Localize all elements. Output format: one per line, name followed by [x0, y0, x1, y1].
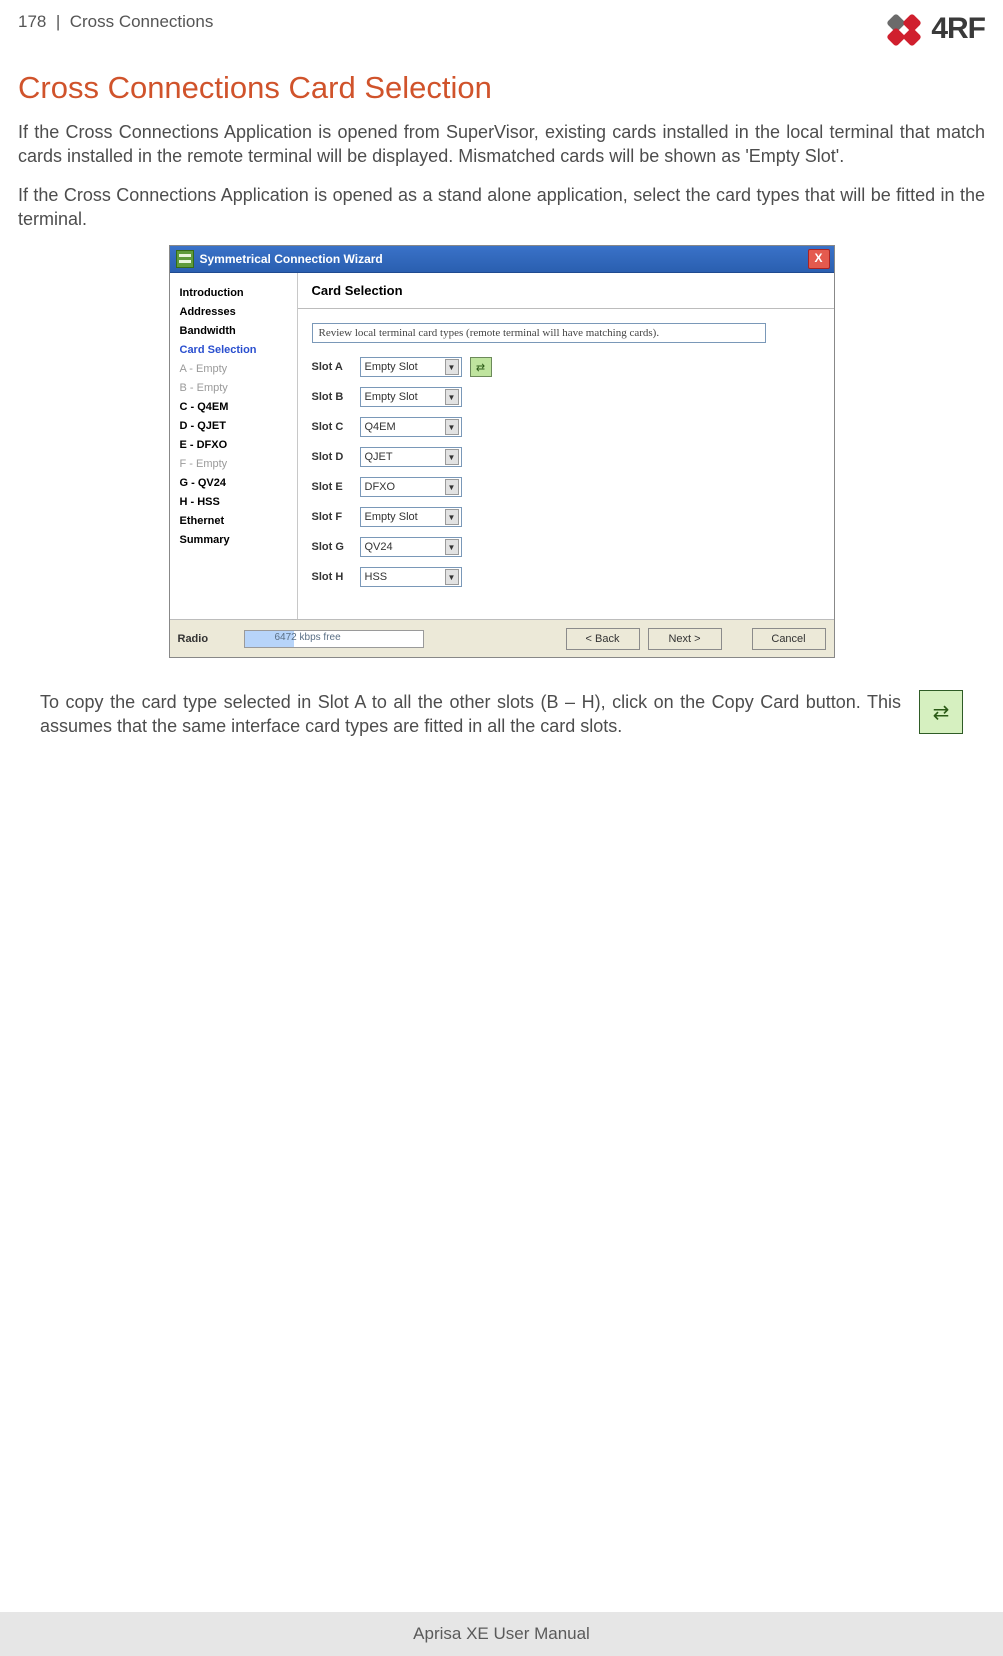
chevron-down-icon: ▼	[445, 539, 459, 555]
cancel-button[interactable]: Cancel	[752, 628, 826, 650]
slot-f-value: Empty Slot	[365, 511, 418, 523]
back-button[interactable]: < Back	[566, 628, 640, 650]
page-title: Cross Connections Card Selection	[18, 70, 985, 106]
sidebar-item-b-empty[interactable]: B - Empty	[180, 382, 289, 394]
sidebar-item-g-qv24[interactable]: G - QV24	[180, 477, 289, 489]
sidebar-item-f-empty[interactable]: F - Empty	[180, 458, 289, 470]
sidebar-item-e-dfxo[interactable]: E - DFXO	[180, 439, 289, 451]
window-title: Symmetrical Connection Wizard	[200, 252, 383, 266]
brand-logo: 4RF	[885, 10, 985, 46]
slot-a-select[interactable]: Empty Slot ▼	[360, 357, 462, 377]
slot-a-label: Slot A	[312, 361, 352, 373]
slot-b-label: Slot B	[312, 391, 352, 403]
sidebar-item-d-qjet[interactable]: D - QJET	[180, 420, 289, 432]
slot-d-value: QJET	[365, 451, 393, 463]
slot-c-label: Slot C	[312, 421, 352, 433]
next-button[interactable]: Next >	[648, 628, 722, 650]
chevron-down-icon: ▼	[445, 449, 459, 465]
copy-card-button[interactable]: ⇄	[470, 357, 492, 377]
separator: |	[56, 12, 60, 31]
slot-g-label: Slot G	[312, 541, 352, 553]
slot-f-label: Slot F	[312, 511, 352, 523]
sidebar-item-ethernet[interactable]: Ethernet	[180, 515, 289, 527]
page-number: 178	[18, 12, 46, 31]
section-name: Cross Connections	[70, 12, 214, 31]
chevron-down-icon: ▼	[445, 479, 459, 495]
chevron-down-icon: ▼	[445, 359, 459, 375]
wizard-window: Symmetrical Connection Wizard X Introduc…	[169, 245, 835, 658]
intro-paragraph-2: If the Cross Connections Application is …	[18, 183, 985, 232]
logo-icon	[885, 14, 925, 44]
slot-f-select[interactable]: Empty Slot ▼	[360, 507, 462, 527]
sidebar-item-introduction[interactable]: Introduction	[180, 287, 289, 299]
radio-label: Radio	[178, 633, 234, 645]
capacity-text: 6472 kbps free	[275, 632, 341, 643]
close-button[interactable]: X	[808, 249, 830, 269]
page-header: 178 | Cross Connections	[18, 10, 213, 32]
slot-g-value: QV24	[365, 541, 393, 553]
wizard-app-icon	[176, 250, 194, 268]
panel-heading: Card Selection	[298, 273, 834, 309]
sidebar-item-a-empty[interactable]: A - Empty	[180, 363, 289, 375]
slot-b-select[interactable]: Empty Slot ▼	[360, 387, 462, 407]
window-titlebar[interactable]: Symmetrical Connection Wizard X	[170, 246, 834, 273]
capacity-bar: 6472 kbps free	[244, 630, 424, 648]
manual-title: Aprisa XE User Manual	[413, 1624, 590, 1644]
slot-e-label: Slot E	[312, 481, 352, 493]
sidebar-item-bandwidth[interactable]: Bandwidth	[180, 325, 289, 337]
slot-d-select[interactable]: QJET ▼	[360, 447, 462, 467]
slot-b-value: Empty Slot	[365, 391, 418, 403]
sidebar-item-summary[interactable]: Summary	[180, 534, 289, 546]
copy-caption: To copy the card type selected in Slot A…	[40, 690, 901, 739]
slot-g-select[interactable]: QV24 ▼	[360, 537, 462, 557]
slot-h-select[interactable]: HSS ▼	[360, 567, 462, 587]
sidebar-item-h-hss[interactable]: H - HSS	[180, 496, 289, 508]
copy-card-icon: ⇄	[919, 690, 963, 734]
slot-c-value: Q4EM	[365, 421, 396, 433]
logo-text: 4RF	[931, 12, 985, 46]
slot-h-value: HSS	[365, 571, 388, 583]
slot-e-value: DFXO	[365, 481, 396, 493]
chevron-down-icon: ▼	[445, 389, 459, 405]
sidebar-item-c-q4em[interactable]: C - Q4EM	[180, 401, 289, 413]
intro-paragraph-1: If the Cross Connections Application is …	[18, 120, 985, 169]
slot-c-select[interactable]: Q4EM ▼	[360, 417, 462, 437]
sidebar-item-card-selection[interactable]: Card Selection	[180, 344, 289, 356]
slot-d-label: Slot D	[312, 451, 352, 463]
sidebar-item-addresses[interactable]: Addresses	[180, 306, 289, 318]
slot-e-select[interactable]: DFXO ▼	[360, 477, 462, 497]
instruction-text: Review local terminal card types (remote…	[312, 323, 766, 343]
slot-h-label: Slot H	[312, 571, 352, 583]
slot-a-value: Empty Slot	[365, 361, 418, 373]
wizard-sidebar: Introduction Addresses Bandwidth Card Se…	[170, 273, 298, 619]
chevron-down-icon: ▼	[445, 509, 459, 525]
manual-footer: Aprisa XE User Manual	[0, 1612, 1003, 1656]
chevron-down-icon: ▼	[445, 419, 459, 435]
chevron-down-icon: ▼	[445, 569, 459, 585]
